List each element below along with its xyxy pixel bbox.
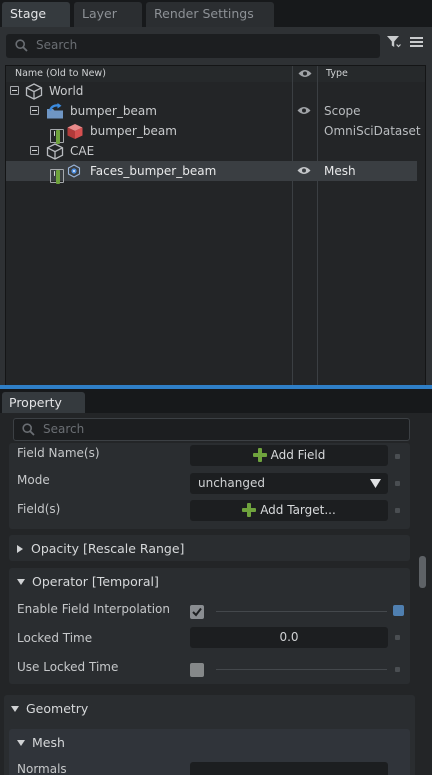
collapse-arrow-icon xyxy=(11,706,19,712)
field-name-label: Field Name(s) xyxy=(17,446,100,460)
property-search-input[interactable]: Search xyxy=(13,418,410,441)
stage-search-input[interactable]: Search xyxy=(6,34,380,58)
dropdown-arrow-icon xyxy=(370,479,381,488)
collapse-toggle-icon[interactable] xyxy=(30,106,39,115)
expand-arrow-icon xyxy=(17,545,23,553)
add-field-label: Add Field xyxy=(270,448,326,462)
tree-row-label: Faces_bumper_beam xyxy=(90,164,217,178)
tab-property[interactable]: Property xyxy=(2,392,85,413)
tree-row-cae[interactable]: CAE xyxy=(6,141,417,161)
tree-header: Name (Old to New) Type xyxy=(6,66,425,82)
field-settings-block: Field Name(s) Add Field Mode unchanged F… xyxy=(9,443,410,529)
property-scrollbar-thumb[interactable] xyxy=(419,556,426,588)
visibility-eye-icon[interactable] xyxy=(297,106,311,115)
use-locked-time-checkbox[interactable] xyxy=(190,663,204,677)
search-placeholder: Search xyxy=(43,422,85,436)
mesh-section-header[interactable]: Mesh xyxy=(17,735,65,750)
normals-label: Normals xyxy=(17,762,67,775)
default-indicator[interactable] xyxy=(395,481,400,486)
operator-section-title: Operator [Temporal] xyxy=(32,574,159,589)
menu-icon[interactable] xyxy=(410,37,423,47)
opacity-section-header[interactable]: Opacity [Rescale Range] xyxy=(17,541,184,556)
collapse-toggle-icon[interactable] xyxy=(30,146,39,155)
visibility-eye-icon[interactable] xyxy=(297,166,311,175)
mesh-icon xyxy=(67,164,81,178)
tree-row-label: World xyxy=(49,84,84,98)
search-icon xyxy=(15,39,28,52)
tree-row-label: bumper_beam xyxy=(70,104,157,118)
use-locked-time-label: Use Locked Time xyxy=(17,660,119,674)
geometry-section-header[interactable]: Geometry xyxy=(11,701,88,716)
tab-layer[interactable]: Layer xyxy=(74,2,142,27)
enable-interp-label: Enable Field Interpolation xyxy=(17,602,170,616)
stage-panel: Search Name (Old to New) Type World bump… xyxy=(0,27,432,410)
tree-row-label: CAE xyxy=(70,144,95,158)
tree-row-type: OmniSciDataset xyxy=(324,124,421,138)
separator-line xyxy=(216,669,387,670)
opacity-section-title: Opacity [Rescale Range] xyxy=(31,541,185,556)
tree-row-world[interactable]: World xyxy=(6,81,417,101)
add-target-button[interactable]: Add Target... xyxy=(190,500,388,521)
search-icon xyxy=(22,423,35,436)
modified-indicator[interactable] xyxy=(393,605,404,616)
tree-row-type: Mesh xyxy=(324,164,356,178)
fields-label: Field(s) xyxy=(17,502,61,516)
stage-tree: Name (Old to New) Type World bumper_beam… xyxy=(5,65,426,410)
tree-row-type: Scope xyxy=(324,104,361,118)
search-placeholder: Search xyxy=(36,38,78,52)
checkmark-icon xyxy=(192,607,202,617)
tree-row-label: bumper_beam xyxy=(90,124,177,138)
type-column-header[interactable]: Type xyxy=(326,68,348,79)
red-cube-icon xyxy=(67,124,83,139)
stage-tab-bar: Stage Layer Render Settings xyxy=(0,0,432,27)
xform-cube-icon xyxy=(46,143,64,160)
enable-interp-checkbox[interactable] xyxy=(190,605,204,619)
normals-field[interactable] xyxy=(190,762,388,775)
property-tab-bar: Property xyxy=(0,389,432,413)
filter-icon[interactable] xyxy=(387,36,401,48)
mesh-section: Mesh Normals xyxy=(9,729,410,775)
name-column-header[interactable]: Name (Old to New) xyxy=(15,68,106,79)
default-indicator[interactable] xyxy=(395,508,400,513)
add-icon xyxy=(242,503,257,517)
collapse-arrow-icon xyxy=(17,579,25,585)
xform-cube-icon xyxy=(25,83,43,100)
tree-row-bumper-beam-dataset[interactable]: bumper_beam OmniSciDataset xyxy=(6,121,421,144)
tree-row-bumper-beam-scope[interactable]: bumper_beam Scope xyxy=(6,101,417,121)
tab-stage[interactable]: Stage xyxy=(2,2,70,27)
mode-select[interactable]: unchanged xyxy=(190,473,388,494)
tree-row-faces-bumper-beam[interactable]: Faces_bumper_beam Mesh xyxy=(6,161,417,184)
separator-line xyxy=(216,611,387,612)
add-icon xyxy=(252,448,267,462)
collapse-toggle-icon[interactable] xyxy=(10,86,19,95)
expand-toggle-icon[interactable] xyxy=(50,169,64,184)
reference-folder-icon xyxy=(47,103,63,119)
tab-render-settings[interactable]: Render Settings xyxy=(146,2,274,27)
geometry-section-title: Geometry xyxy=(26,701,89,716)
collapse-arrow-icon xyxy=(17,740,25,746)
visibility-column-eye-icon[interactable] xyxy=(298,69,312,78)
opacity-section[interactable]: Opacity [Rescale Range] xyxy=(9,535,410,561)
operator-section: Operator [Temporal] Enable Field Interpo… xyxy=(9,568,410,684)
default-indicator[interactable] xyxy=(395,454,400,459)
mesh-section-title: Mesh xyxy=(32,735,65,750)
mode-label: Mode xyxy=(17,473,50,487)
locked-time-input[interactable]: 0.0 xyxy=(190,627,388,648)
locked-time-label: Locked Time xyxy=(17,631,93,645)
operator-section-header[interactable]: Operator [Temporal] xyxy=(17,574,159,589)
property-panel: Search Field Name(s) Add Field Mode unch… xyxy=(0,413,432,775)
default-indicator[interactable] xyxy=(395,635,400,640)
default-indicator[interactable] xyxy=(395,667,400,672)
add-field-button[interactable]: Add Field xyxy=(190,445,388,466)
mode-value: unchanged xyxy=(198,476,265,490)
add-target-label: Add Target... xyxy=(260,503,336,517)
